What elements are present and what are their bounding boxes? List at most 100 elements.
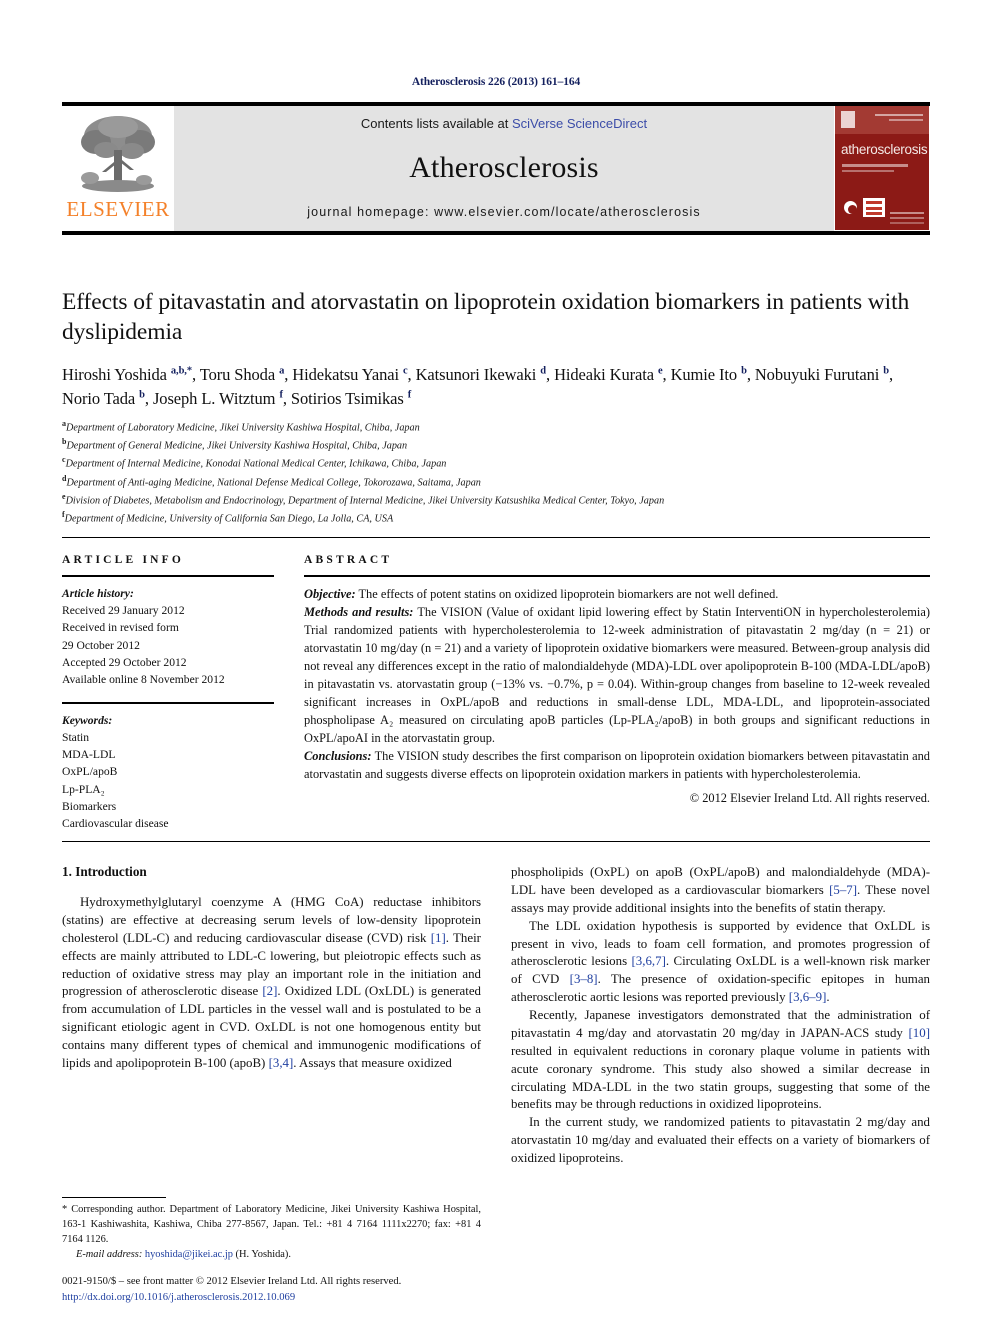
keyword-item: OxPL/apoB: [62, 765, 118, 779]
abstract-methods-label: Methods and results:: [304, 605, 414, 620]
affiliation-marker: b: [62, 437, 67, 447]
doi-link[interactable]: http://dx.doi.org/10.1016/j.atherosclero…: [62, 1290, 481, 1305]
journal-title: Atherosclerosis: [409, 151, 599, 184]
article-title: Effects of pitavastatin and atorvastatin…: [62, 289, 910, 346]
abstract-bottom-rule: [62, 841, 930, 843]
abstract-column: ABSTRACT Objective: The effects of poten…: [304, 554, 930, 832]
keyword-item: Statin: [62, 731, 90, 745]
citation-ref[interactable]: [3,4]: [269, 1056, 294, 1070]
citation-ref[interactable]: [5–7]: [829, 883, 857, 897]
email-link[interactable]: hyoshida@jikei.ac.jp: [145, 1249, 233, 1260]
elsevier-wordmark: ELSEVIER: [66, 197, 170, 221]
affiliation-item: eDivision of Diabetes, Metabolism and En…: [62, 491, 665, 507]
affiliation-item: bDepartment of General Medicine, Jikei U…: [62, 437, 408, 452]
affiliation-marker: a: [62, 419, 66, 428]
abstract-heading: ABSTRACT: [304, 554, 393, 567]
intro-paragraph-right-4: In the current study, we randomized pati…: [511, 1115, 930, 1166]
abstract-rule: [304, 575, 930, 578]
corresponding-author-note: * Corresponding author. Department of La…: [62, 1204, 481, 1245]
cover-journal-title: atherosclerosis: [841, 142, 928, 157]
affiliation-marker: c: [62, 455, 66, 465]
article-info-rule: [62, 575, 274, 578]
history-line: Accepted 29 October 2012: [62, 655, 187, 669]
issn-line: 0021-9150/$ – see front matter © 2012 El…: [62, 1276, 402, 1288]
abstract-conclusions-label: Conclusions:: [304, 748, 372, 763]
running-head: Atherosclerosis 226 (2013) 161–164: [411, 76, 581, 88]
journal-cover-thumbnail[interactable]: atherosclerosis: [834, 106, 930, 231]
keyword-item: Cardiovascular disease: [62, 816, 169, 830]
abstract-objective-text: The effects of potent statins on oxidize…: [355, 587, 779, 602]
affiliation-marker: d: [62, 473, 67, 483]
page-footer: * Corresponding author. Department of La…: [62, 1197, 930, 1305]
masthead-bottom-rule: [62, 231, 930, 235]
cover-subtitle-line-1: [842, 164, 908, 167]
affiliation-item: fDepartment of Medicine, University of C…: [62, 509, 394, 525]
abstract-copyright: © 2012 Elsevier Ireland Ltd. All rights …: [689, 790, 930, 805]
keywords-rule: [62, 701, 274, 704]
keyword-item: Biomarkers: [62, 799, 117, 813]
history-line: Available online 8 November 2012: [62, 672, 225, 686]
email-owner: (H. Yoshida).: [232, 1248, 291, 1260]
citation-ref[interactable]: [3,6,7]: [632, 954, 666, 968]
affiliation-list: aDepartment of Laboratory Medicine, Jike…: [62, 418, 930, 527]
keywords-label: Keywords:: [62, 713, 113, 727]
journal-masthead: ELSEVIER Contents lists available at Sci…: [62, 102, 930, 235]
citation-ref[interactable]: [3–8]: [570, 972, 598, 986]
article-history-label: Article history:: [62, 587, 134, 601]
history-line: Received in revised form: [62, 621, 179, 635]
intro-paragraph-left-1: Hydroxymethylglutaryl coenzyme A (HMG Co…: [62, 895, 481, 1070]
cover-subtitle-line-2: [842, 170, 894, 172]
abstract-methods-text: The VISION (Value of oxidant lipid lower…: [304, 605, 930, 745]
introduction-heading: 1. Introduction: [62, 864, 147, 880]
affiliation-marker: f: [62, 509, 65, 519]
keywords-block: Keywords: Statin MDA-LDL OxPL/apoB Lp-PL…: [62, 712, 274, 832]
abstract-body: Objective: The effects of potent statins…: [304, 586, 930, 784]
cover-top-text-line-1: [875, 114, 923, 116]
masthead-center: Contents lists available at SciVerse Sci…: [174, 106, 834, 231]
history-line: 29 October 2012: [62, 638, 140, 652]
elsevier-logo: ELSEVIER: [62, 106, 174, 231]
citation-ref[interactable]: [1]: [431, 931, 446, 945]
contents-prefix: Contents lists available at: [360, 116, 512, 131]
cover-image: atherosclerosis: [835, 106, 929, 230]
article-info-column: ARTICLE INFO Article history: Received 2…: [62, 554, 274, 832]
affiliation-item: dDepartment of Anti-aging Medicine, Nati…: [62, 473, 481, 488]
citation-ref[interactable]: [3,6–9]: [789, 990, 827, 1004]
elsevier-tree-icon: [81, 116, 155, 192]
contents-available-line: Contents lists available at SciVerse Sci…: [361, 116, 647, 131]
abstract-conclusions-text: The VISION study describes the first com…: [304, 748, 930, 781]
intro-paragraph-right-1: phospholipids (OxPL) on apoB (OxPL/apoB)…: [511, 865, 930, 915]
article-front-matter: Effects of pitavastatin and atorvastatin…: [62, 287, 930, 1284]
history-line: Received 29 January 2012: [62, 604, 185, 618]
cover-elsevier-mark-icon: [841, 111, 855, 128]
article-info-heading: ARTICLE INFO: [62, 554, 185, 567]
keyword-item: Lp-PLA₂: [62, 782, 105, 796]
email-label: E-mail address:: [76, 1248, 143, 1260]
article-history-block: Article history: Received 29 January 201…: [62, 585, 274, 688]
sciencedirect-link[interactable]: SciVerse ScienceDirect: [512, 116, 647, 131]
affiliation-item: cDepartment of Internal Medicine, Konoda…: [62, 455, 447, 470]
email-note: E-mail address: hyoshida@jikei.ac.jp (H.…: [62, 1248, 481, 1263]
front-matter-divider: [62, 537, 930, 539]
cover-top-text-line-2: [889, 119, 923, 121]
cover-bottom-text-lines: [890, 212, 924, 214]
footnote-rule: [62, 1197, 166, 1199]
abstract-objective-label: Objective:: [304, 587, 356, 602]
issn-block: 0021-9150/$ – see front matter © 2012 El…: [62, 1274, 481, 1305]
abstract-methods: Methods and results: The VISION (Value o…: [304, 604, 930, 748]
keyword-item: MDA-LDL: [62, 748, 116, 762]
cover-badge-square-icon: [863, 198, 885, 217]
cover-badge-circle-icon: [842, 199, 859, 216]
abstract-conclusions: Conclusions: The VISION study describes …: [304, 748, 930, 784]
citation-ref[interactable]: [2]: [262, 984, 277, 998]
intro-paragraph-right-2: The LDL oxidation hypothesis is supporte…: [511, 918, 931, 1005]
author-list: Hiroshi Yoshida a,b,*, Toru Shoda a, Hid…: [62, 365, 894, 408]
journal-homepage-link[interactable]: journal homepage: www.elsevier.com/locat…: [307, 205, 700, 219]
journal-article-page: Atherosclerosis 226 (2013) 161–164 ELSEV…: [0, 0, 992, 1323]
abstract-objective: Objective: The effects of potent statins…: [304, 586, 930, 604]
intro-paragraph-right-3: Recently, Japanese investigators demonst…: [511, 1008, 930, 1112]
masthead-band: ELSEVIER Contents lists available at Sci…: [62, 105, 930, 231]
affiliation-item: aDepartment of Laboratory Medicine, Jike…: [62, 419, 420, 434]
citation-ref[interactable]: [10]: [909, 1026, 930, 1040]
info-abstract-region: ARTICLE INFO Article history: Received 2…: [62, 554, 930, 832]
